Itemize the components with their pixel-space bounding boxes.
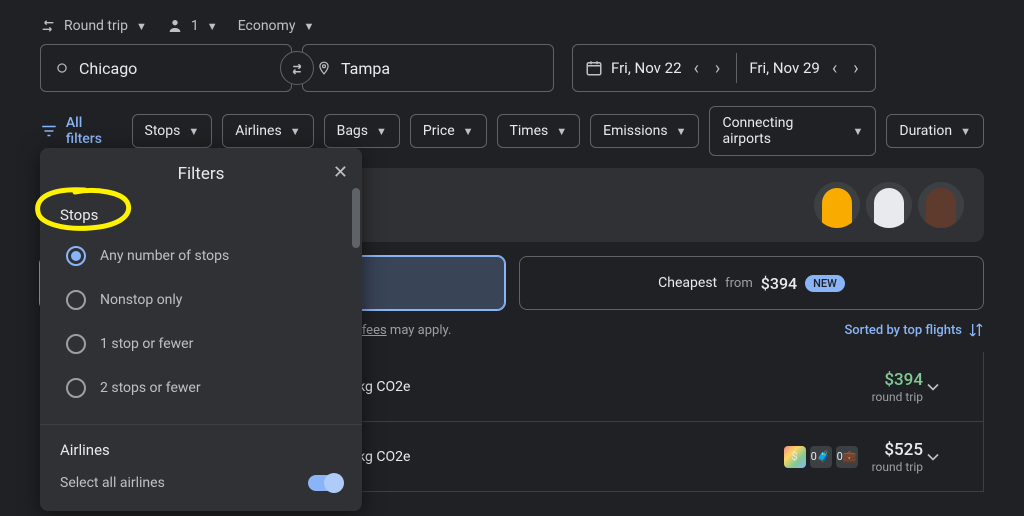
all-filters-label: All filters [66,115,122,147]
airlines-section-title: Airlines [60,441,342,459]
depart-next[interactable]: › [711,58,724,79]
chip-price[interactable]: Price▼ [410,114,487,148]
chevron-down-icon: ▼ [676,125,687,138]
chevron-down-icon: ▼ [207,20,218,33]
cheapest-label: Cheapest [658,275,717,291]
chevron-down-icon: ▼ [853,125,864,138]
trip-type-select[interactable]: Round trip ▼ [40,18,147,34]
chevron-down-icon: ▼ [463,125,474,138]
chip-airlines[interactable]: Airlines▼ [222,114,313,148]
option-label: Nonstop only [100,292,182,308]
stops-option-any[interactable]: Any number of stops [40,234,362,278]
filters-panel: Filters ✕ Stops Any number of stops Nons… [40,148,362,511]
expand-button[interactable] [923,377,963,397]
option-label: 2 stops or fewer [100,380,201,396]
filters-title: Filters [178,164,225,184]
origin-input[interactable]: Chicago [40,44,292,92]
expand-button[interactable] [923,447,963,467]
person-icon [167,18,183,34]
chip-bags[interactable]: Bags▼ [324,114,400,148]
pin-icon [317,59,331,77]
passengers-select[interactable]: 1 ▼ [167,18,218,34]
stops-section-title: Stops [40,194,362,234]
select-all-toggle[interactable] [308,475,342,491]
tab-cheapest[interactable]: Cheapest from $394 NEW [519,256,984,310]
select-all-label: Select all airlines [60,475,165,491]
radio-icon [66,246,86,266]
from-label: from [725,276,753,291]
new-badge: NEW [805,275,845,292]
chip-connecting[interactable]: Connecting airports▼ [709,106,876,156]
destination-value: Tampa [341,59,390,78]
close-icon[interactable]: ✕ [333,162,348,183]
price-sub: round trip [803,390,923,404]
swap-button[interactable] [280,51,314,85]
date-range-input[interactable]: Fri, Nov 22 ‹ › Fri, Nov 29 ‹ › [572,44,876,92]
dollar-icon: $ [784,446,806,468]
chevron-down-icon: ▼ [556,125,567,138]
calendar-icon [585,59,603,77]
chip-times[interactable]: Times▼ [497,114,581,148]
chip-duration[interactable]: Duration▼ [886,114,984,148]
stops-option-1[interactable]: 1 stop or fewer [40,322,362,366]
chip-emissions[interactable]: Emissions▼ [590,114,699,148]
chevron-down-icon: ▼ [290,125,301,138]
cabin-label: Economy [238,18,296,34]
radio-icon [66,290,86,310]
swap-icon [40,18,56,34]
passengers-count: 1 [191,18,199,34]
chip-stops[interactable]: Stops▼ [132,114,213,148]
carryon-icon: 0🧳 [810,446,832,468]
chevron-down-icon: ▼ [303,20,314,33]
price-badges: $ 0🧳 0💼 [784,446,858,468]
circle-icon [55,61,69,75]
cheapest-price: $394 [761,274,797,293]
return-prev[interactable]: ‹ [828,58,841,79]
price: $394 [803,370,923,390]
radio-icon [66,334,86,354]
price-sub: round trip [872,460,923,474]
price: $525 [872,440,923,460]
stops-option-2[interactable]: 2 stops or fewer [40,366,362,410]
chevron-down-icon: ▼ [136,20,147,33]
radio-icon [66,378,86,398]
all-filters-button[interactable]: All filters [40,115,122,147]
cabin-select[interactable]: Economy ▼ [238,18,315,34]
trip-type-label: Round trip [64,18,128,34]
sort-label: Sorted by top flights [844,323,962,338]
destination-input[interactable]: Tampa [302,44,554,92]
checked-icon: 0💼 [836,446,858,468]
option-label: Any number of stops [100,248,229,264]
sort-button[interactable]: Sorted by top flights [844,322,984,338]
scrollbar[interactable] [352,188,360,501]
chevron-down-icon: ▼ [376,125,387,138]
stops-option-nonstop[interactable]: Nonstop only [40,278,362,322]
origin-value: Chicago [79,59,137,78]
chevron-down-icon: ▼ [188,125,199,138]
return-date: Fri, Nov 29 [749,59,820,77]
depart-prev[interactable]: ‹ [690,58,703,79]
return-next[interactable]: › [849,58,862,79]
depart-date: Fri, Nov 22 [611,59,682,77]
avatars [814,182,964,228]
chevron-down-icon: ▼ [960,125,971,138]
option-label: 1 stop or fewer [100,336,193,352]
